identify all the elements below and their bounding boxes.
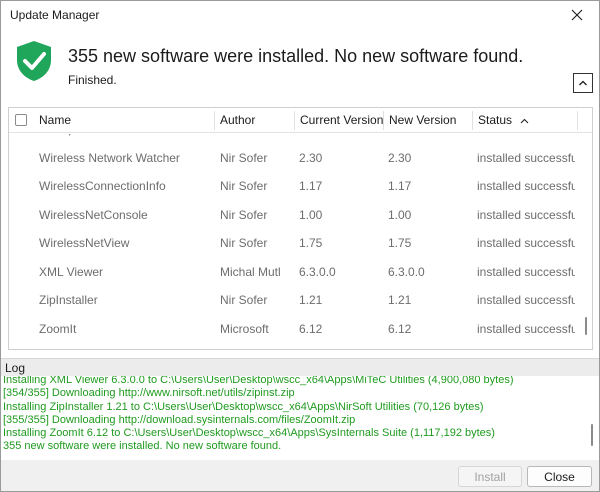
software-name: WinUpdatesView: [39, 134, 214, 144]
software-name: ZipInstaller: [39, 293, 98, 307]
list-header: Name Author Current Version New Version …: [9, 108, 592, 133]
table-row[interactable]: WirelessNetView Nir Sofer 1.75 1.75 inst…: [9, 229, 579, 258]
install-status: installed successfu...: [477, 264, 575, 279]
log-line: Installing XML Viewer 6.3.0.0 to C:\User…: [3, 376, 514, 386]
install-status: installed successfu...: [477, 236, 575, 250]
close-window-button[interactable]: [555, 1, 599, 29]
close-icon: [571, 9, 583, 21]
install-status: installed successfu...: [477, 179, 575, 193]
install-status: installed successfu...: [477, 293, 575, 307]
new-version: 1.17: [388, 179, 412, 193]
software-name: WirelessConnectionInfo: [39, 179, 166, 193]
software-name: ZoomIt: [39, 321, 77, 336]
column-header-status[interactable]: Status: [473, 108, 573, 133]
software-name: Wireless Network Watcher: [39, 150, 180, 165]
current-version: 1.00: [299, 207, 323, 222]
current-version: 1.75: [299, 236, 323, 250]
column-header-status-label: Status: [478, 113, 513, 127]
status-text: Finished.: [68, 73, 117, 87]
result-headline: 355 new software were installed. No new …: [68, 46, 524, 66]
software-name: WirelessNetView: [39, 236, 130, 250]
install-button[interactable]: Install: [458, 466, 522, 487]
log-scrollbar[interactable]: [587, 376, 597, 460]
install-status: installed successfu...: [477, 207, 575, 222]
sort-ascending-icon: [521, 118, 529, 124]
software-name: XML Viewer: [39, 264, 104, 279]
log-label: Log: [5, 361, 26, 375]
column-header-current-version[interactable]: Current Version: [295, 108, 384, 133]
log-output[interactable]: Installing XML Viewer 6.3.0.0 to C:\User…: [3, 376, 595, 460]
table-row[interactable]: Wireless Network Watcher Nir Sofer 2.30 …: [9, 144, 579, 173]
software-author: Michal Mutl: [220, 264, 281, 279]
window-title: Update Manager: [10, 8, 100, 22]
column-header-new-version[interactable]: New Version: [384, 108, 473, 133]
new-version: 1.75: [388, 236, 412, 250]
log-line: [354/355] Downloading http://www.nirsoft…: [3, 387, 295, 400]
dialog-footer: Install Close: [1, 460, 599, 491]
current-version: 1.17: [299, 179, 323, 193]
log-scrollbar-thumb[interactable]: [591, 424, 593, 446]
log-header: Log: [1, 358, 599, 376]
current-version: 6.12: [299, 321, 323, 336]
list-rows: WinUpdatesView Nir Sofer 1.17 1.17 insta…: [9, 134, 579, 349]
table-row[interactable]: ZipInstaller Nir Sofer 1.21 1.21 install…: [9, 286, 579, 315]
software-author: Nir Sofer: [220, 150, 268, 165]
update-manager-window: Update Manager 355 new software were ins…: [0, 0, 600, 492]
list-scrollbar-thumb[interactable]: [585, 317, 587, 335]
software-author: Nir Sofer: [220, 293, 268, 307]
current-version: 2.30: [299, 150, 323, 165]
close-button[interactable]: Close: [527, 466, 592, 487]
shield-check-icon: [17, 41, 51, 81]
new-version: 1.00: [388, 207, 412, 222]
install-status: installed successfu...: [477, 134, 575, 144]
column-divider[interactable]: [577, 111, 578, 130]
column-header-name[interactable]: Name: [34, 108, 214, 133]
software-list: Name Author Current Version New Version …: [8, 107, 593, 350]
title-bar: Update Manager: [1, 1, 599, 29]
new-version: 2.30: [388, 150, 412, 165]
column-header-author[interactable]: Author: [215, 108, 295, 133]
install-status: installed successfu...: [477, 150, 575, 165]
software-author: Nir Sofer: [220, 179, 268, 193]
log-line: [355/355] Downloading http://download.sy…: [3, 413, 356, 426]
list-scrollbar[interactable]: [580, 134, 592, 349]
software-author: Microsoft: [220, 321, 269, 336]
new-version: 1.21: [388, 293, 412, 307]
table-row[interactable]: WinUpdatesView Nir Sofer 1.17 1.17 insta…: [9, 134, 579, 144]
current-version: 6.3.0.0: [299, 264, 336, 279]
new-version: 1.17: [388, 134, 473, 144]
current-version: 1.17: [299, 134, 384, 144]
install-status: installed successfu...: [477, 321, 575, 336]
table-row[interactable]: XML Viewer Michal Mutl 6.3.0.0 6.3.0.0 i…: [9, 258, 579, 287]
log-line: Installing ZipInstaller 1.21 to C:\Users…: [3, 400, 484, 413]
collapse-button[interactable]: [573, 73, 593, 93]
table-row[interactable]: WirelessNetConsole Nir Sofer 1.00 1.00 i…: [9, 201, 579, 230]
select-all-checkbox[interactable]: [15, 114, 27, 126]
status-header: 355 new software were installed. No new …: [1, 29, 599, 101]
log-line: Installing ZoomIt 6.12 to C:\Users\User\…: [3, 427, 495, 440]
software-author: Nir Sofer: [220, 236, 268, 250]
software-author: Nir Sofer: [220, 207, 268, 222]
software-author: Nir Sofer: [220, 134, 295, 144]
new-version: 6.12: [388, 321, 412, 336]
table-row[interactable]: ZoomIt Microsoft 6.12 6.12 installed suc…: [9, 315, 579, 344]
log-line: 355 new software were installed. No new …: [3, 440, 282, 453]
software-name: WirelessNetConsole: [39, 207, 148, 222]
new-version: 6.3.0.0: [388, 264, 425, 279]
chevron-up-icon: [579, 80, 587, 86]
table-row[interactable]: WirelessConnectionInfo Nir Sofer 1.17 1.…: [9, 172, 579, 201]
current-version: 1.21: [299, 293, 323, 307]
